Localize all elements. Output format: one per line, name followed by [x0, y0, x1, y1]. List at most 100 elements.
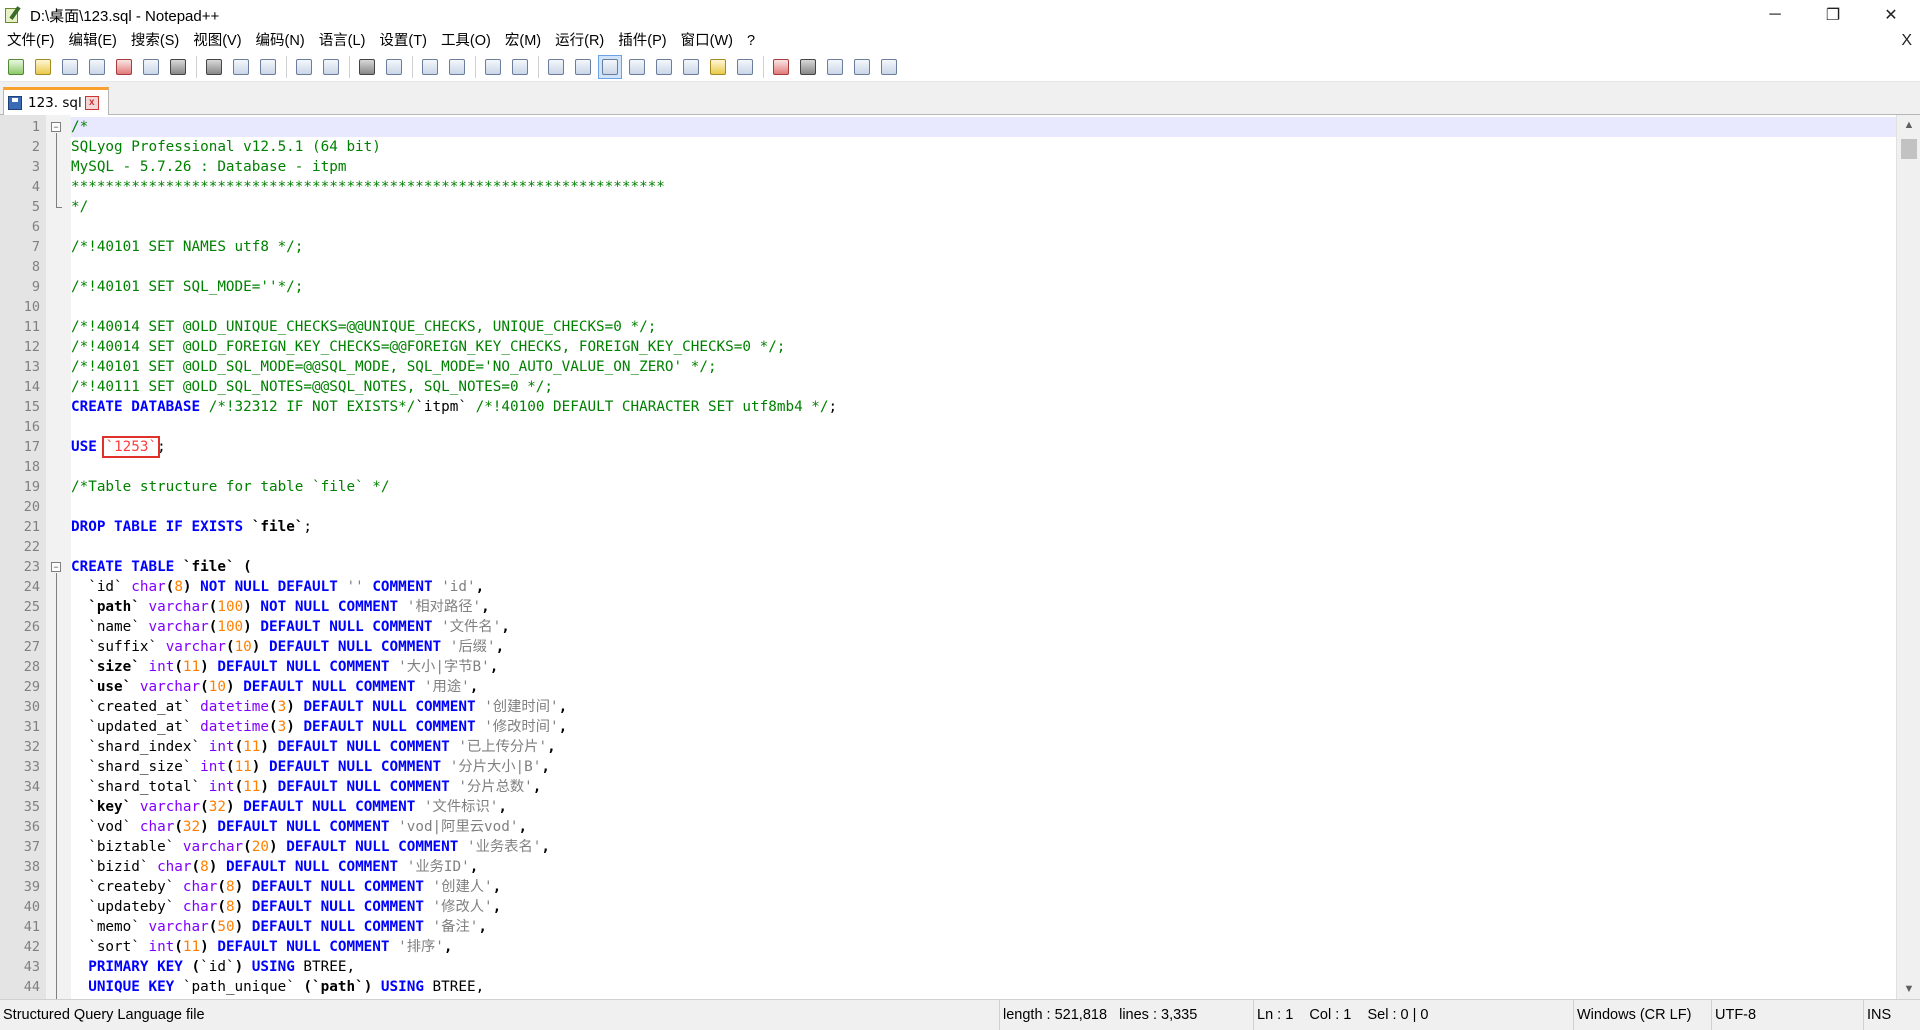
- find-button[interactable]: [355, 55, 379, 79]
- code-line[interactable]: USE `1253`;: [71, 436, 1896, 458]
- menu-view[interactable]: 视图(V): [186, 30, 248, 52]
- fold-toggle-icon[interactable]: −: [51, 562, 61, 572]
- status-eol[interactable]: Windows (CR LF): [1573, 1000, 1711, 1030]
- new-file-button[interactable]: [4, 55, 28, 79]
- code-line[interactable]: `sort` int(11) DEFAULT NULL COMMENT '排序'…: [71, 937, 1896, 957]
- code-line[interactable]: `createby` char(8) DEFAULT NULL COMMENT …: [71, 877, 1896, 897]
- code-line[interactable]: [71, 257, 1896, 277]
- code-line[interactable]: `created_at` datetime(3) DEFAULT NULL CO…: [71, 697, 1896, 717]
- paste-button[interactable]: [256, 55, 280, 79]
- sync-vertical-button[interactable]: [481, 55, 505, 79]
- code-line[interactable]: `suffix` varchar(10) DEFAULT NULL COMMEN…: [71, 637, 1896, 657]
- code-line[interactable]: `id` char(8) NOT NULL DEFAULT '' COMMENT…: [71, 577, 1896, 597]
- show-all-chars-button[interactable]: [571, 55, 595, 79]
- tab-123-sql[interactable]: 123. sql x: [3, 87, 109, 115]
- code-line[interactable]: `shard_total` int(11) DEFAULT NULL COMME…: [71, 777, 1896, 797]
- code-line[interactable]: DROP TABLE IF EXISTS `file`;: [71, 517, 1896, 537]
- menu-macro[interactable]: 宏(M): [498, 30, 548, 52]
- code-line[interactable]: `bizid` char(8) DEFAULT NULL COMMENT '业务…: [71, 857, 1896, 877]
- menu-settings[interactable]: 设置(T): [372, 30, 434, 52]
- close-button[interactable]: [112, 55, 136, 79]
- fold-margin[interactable]: − −: [46, 115, 71, 999]
- code-line[interactable]: [71, 537, 1896, 557]
- save-macro-button[interactable]: [877, 55, 901, 79]
- code-line[interactable]: PRIMARY KEY (`id`) USING BTREE,: [71, 957, 1896, 977]
- menu-language[interactable]: 语言(L): [312, 30, 373, 52]
- menu-file[interactable]: 文件(F): [0, 30, 62, 52]
- status-insert-mode[interactable]: INS: [1863, 1000, 1920, 1030]
- code-line[interactable]: ****************************************…: [71, 177, 1896, 197]
- menu-tools[interactable]: 工具(O): [434, 30, 498, 52]
- code-line[interactable]: UNIQUE KEY `path_unique` (`path`) USING …: [71, 977, 1896, 997]
- editor[interactable]: 1 2 3 4 5 6 7 8 9 10 11 12 13 14 15 16 17 18 19 20 21 22 23 24 2…: [0, 115, 1920, 999]
- tab-close-icon[interactable]: x: [84, 95, 99, 110]
- code-line[interactable]: /*!40101 SET NAMES utf8 */;: [71, 237, 1896, 257]
- play-macro-button[interactable]: [823, 55, 847, 79]
- scroll-thumb[interactable]: [1901, 139, 1917, 159]
- save-all-button[interactable]: [85, 55, 109, 79]
- menu-help[interactable]: ?: [740, 30, 762, 52]
- code-line[interactable]: /*Table structure for table `file` */: [71, 477, 1896, 497]
- code-line[interactable]: [71, 297, 1896, 317]
- code-line[interactable]: [71, 417, 1896, 437]
- folder-workspace-button[interactable]: [706, 55, 730, 79]
- code-line[interactable]: `key` varchar(32) DEFAULT NULL COMMENT '…: [71, 797, 1896, 817]
- code-line[interactable]: `size` int(11) DEFAULT NULL COMMENT '大小|…: [71, 657, 1896, 677]
- menu-run[interactable]: 运行(R): [548, 30, 611, 52]
- zoom-in-button[interactable]: [418, 55, 442, 79]
- function-list-button[interactable]: [679, 55, 703, 79]
- code-line[interactable]: CREATE TABLE `file` (: [71, 557, 1896, 577]
- code-line[interactable]: `memo` varchar(50) DEFAULT NULL COMMENT …: [71, 917, 1896, 937]
- zoom-out-button[interactable]: [445, 55, 469, 79]
- menu-search[interactable]: 搜索(S): [124, 30, 186, 52]
- cut-button[interactable]: [202, 55, 226, 79]
- vertical-scrollbar[interactable]: ▲ ▼: [1896, 115, 1920, 999]
- close-document-button[interactable]: X: [1901, 30, 1912, 52]
- code-line[interactable]: `shard_size` int(11) DEFAULT NULL COMMEN…: [71, 757, 1896, 777]
- code-line[interactable]: `vod` char(32) DEFAULT NULL COMMENT 'vod…: [71, 817, 1896, 837]
- open-file-button[interactable]: [31, 55, 55, 79]
- code-line[interactable]: `path` varchar(100) NOT NULL COMMENT '相对…: [71, 597, 1896, 617]
- record-macro-button[interactable]: [769, 55, 793, 79]
- copy-button[interactable]: [229, 55, 253, 79]
- code-line[interactable]: `biztable` varchar(20) DEFAULT NULL COMM…: [71, 837, 1896, 857]
- word-wrap-button[interactable]: [544, 55, 568, 79]
- user-lang-button[interactable]: [625, 55, 649, 79]
- code-line[interactable]: /*!40101 SET @OLD_SQL_MODE=@@SQL_MODE, S…: [71, 357, 1896, 377]
- code-line[interactable]: */: [71, 197, 1896, 217]
- print-button[interactable]: [166, 55, 190, 79]
- scroll-up-icon[interactable]: ▲: [1897, 115, 1920, 135]
- close-all-button[interactable]: [139, 55, 163, 79]
- fold-toggle-icon[interactable]: −: [51, 122, 61, 132]
- doc-map-button[interactable]: [652, 55, 676, 79]
- code-line[interactable]: /*!40014 SET @OLD_FOREIGN_KEY_CHECKS=@@F…: [71, 337, 1896, 357]
- stop-macro-button[interactable]: [796, 55, 820, 79]
- code-line[interactable]: `updated_at` datetime(3) DEFAULT NULL CO…: [71, 717, 1896, 737]
- code-line[interactable]: CREATE DATABASE /*!32312 IF NOT EXISTS*/…: [71, 397, 1896, 417]
- run-macro-multiple-button[interactable]: [850, 55, 874, 79]
- code-line[interactable]: /*!40101 SET SQL_MODE=''*/;: [71, 277, 1896, 297]
- menu-encoding[interactable]: 编码(N): [249, 30, 312, 52]
- code-line[interactable]: `shard_index` int(11) DEFAULT NULL COMME…: [71, 737, 1896, 757]
- restore-button[interactable]: ❐: [1804, 0, 1862, 30]
- code-line[interactable]: [71, 457, 1896, 477]
- redo-button[interactable]: [319, 55, 343, 79]
- replace-button[interactable]: [382, 55, 406, 79]
- close-window-button[interactable]: ✕: [1862, 0, 1920, 30]
- menu-edit[interactable]: 编辑(E): [62, 30, 124, 52]
- indent-guide-button[interactable]: [598, 54, 622, 79]
- code-line[interactable]: MySQL - 5.7.26 : Database - itpm: [71, 157, 1896, 177]
- code-line[interactable]: `use` varchar(10) DEFAULT NULL COMMENT '…: [71, 677, 1896, 697]
- code-line[interactable]: [71, 217, 1896, 237]
- code-line[interactable]: `updateby` char(8) DEFAULT NULL COMMENT …: [71, 897, 1896, 917]
- code-area[interactable]: /* SQLyog Professional v12.5.1 (64 bit) My…: [71, 115, 1896, 999]
- menu-window[interactable]: 窗口(W): [674, 30, 740, 52]
- save-button[interactable]: [58, 55, 82, 79]
- code-line[interactable]: /*!40014 SET @OLD_UNIQUE_CHECKS=@@UNIQUE…: [71, 317, 1896, 337]
- sync-horizontal-button[interactable]: [508, 55, 532, 79]
- monitoring-button[interactable]: [733, 55, 757, 79]
- code-line[interactable]: SQLyog Professional v12.5.1 (64 bit): [71, 137, 1896, 157]
- status-encoding[interactable]: UTF-8: [1711, 1000, 1863, 1030]
- menu-plugins[interactable]: 插件(P): [611, 30, 673, 52]
- undo-button[interactable]: [292, 55, 316, 79]
